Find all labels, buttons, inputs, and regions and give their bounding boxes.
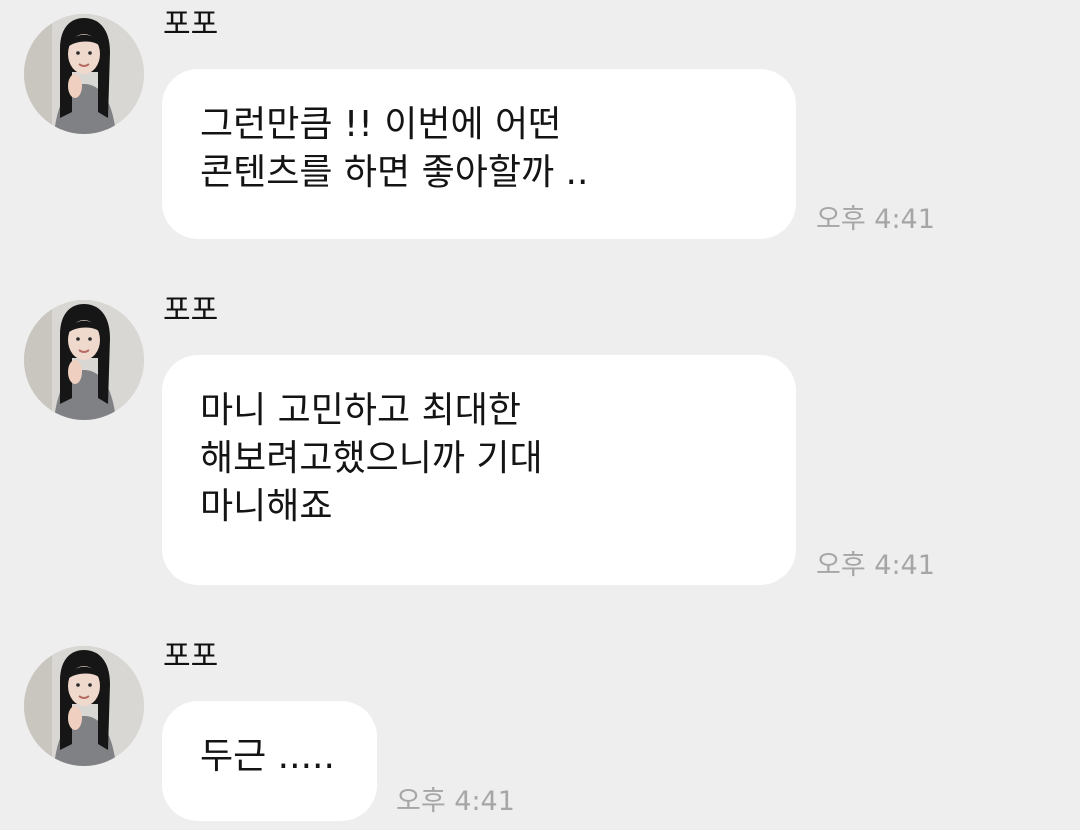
profile-photo-icon <box>24 14 144 134</box>
message-group-3: 포포 두근 ..... 오후 4:41 <box>0 640 1080 830</box>
message-line: 콘텐츠를 하면 좋아할까 .. <box>200 152 589 193</box>
message-time: 오후 4:41 <box>396 786 515 817</box>
message-line: 해보려고했으니까 기대 <box>200 438 543 479</box>
profile-photo-icon <box>24 300 144 420</box>
avatar[interactable] <box>24 300 144 420</box>
message-line: 마니해죠 <box>200 486 333 527</box>
profile-photo-icon <box>24 646 144 766</box>
message-bubble[interactable]: 두근 ..... <box>162 701 377 821</box>
sender-name: 포포 <box>163 639 219 674</box>
message-line: 마니 고민하고 최대한 <box>200 390 521 431</box>
avatar[interactable] <box>24 14 144 134</box>
message-line: 그런만큼 !! 이번에 어떤 <box>200 104 562 145</box>
message-bubble[interactable]: 마니 고민하고 최대한 해보려고했으니까 기대 마니해죠 <box>162 355 796 585</box>
message-line: 두근 ..... <box>200 736 335 777</box>
message-group-1: 포포 그런만큼 !! 이번에 어떤 콘텐츠를 하면 좋아할까 .. 오후 4:4… <box>0 8 1080 244</box>
message-group-2: 포포 마니 고민하고 최대한 해보려고했으니까 기대 마니해죠 오후 4:41 <box>0 294 1080 590</box>
sender-name: 포포 <box>163 7 219 42</box>
message-time: 오후 4:41 <box>816 204 935 235</box>
message-time: 오후 4:41 <box>816 550 935 581</box>
avatar[interactable] <box>24 646 144 766</box>
sender-name: 포포 <box>163 293 219 328</box>
message-bubble[interactable]: 그런만큼 !! 이번에 어떤 콘텐츠를 하면 좋아할까 .. <box>162 69 796 239</box>
